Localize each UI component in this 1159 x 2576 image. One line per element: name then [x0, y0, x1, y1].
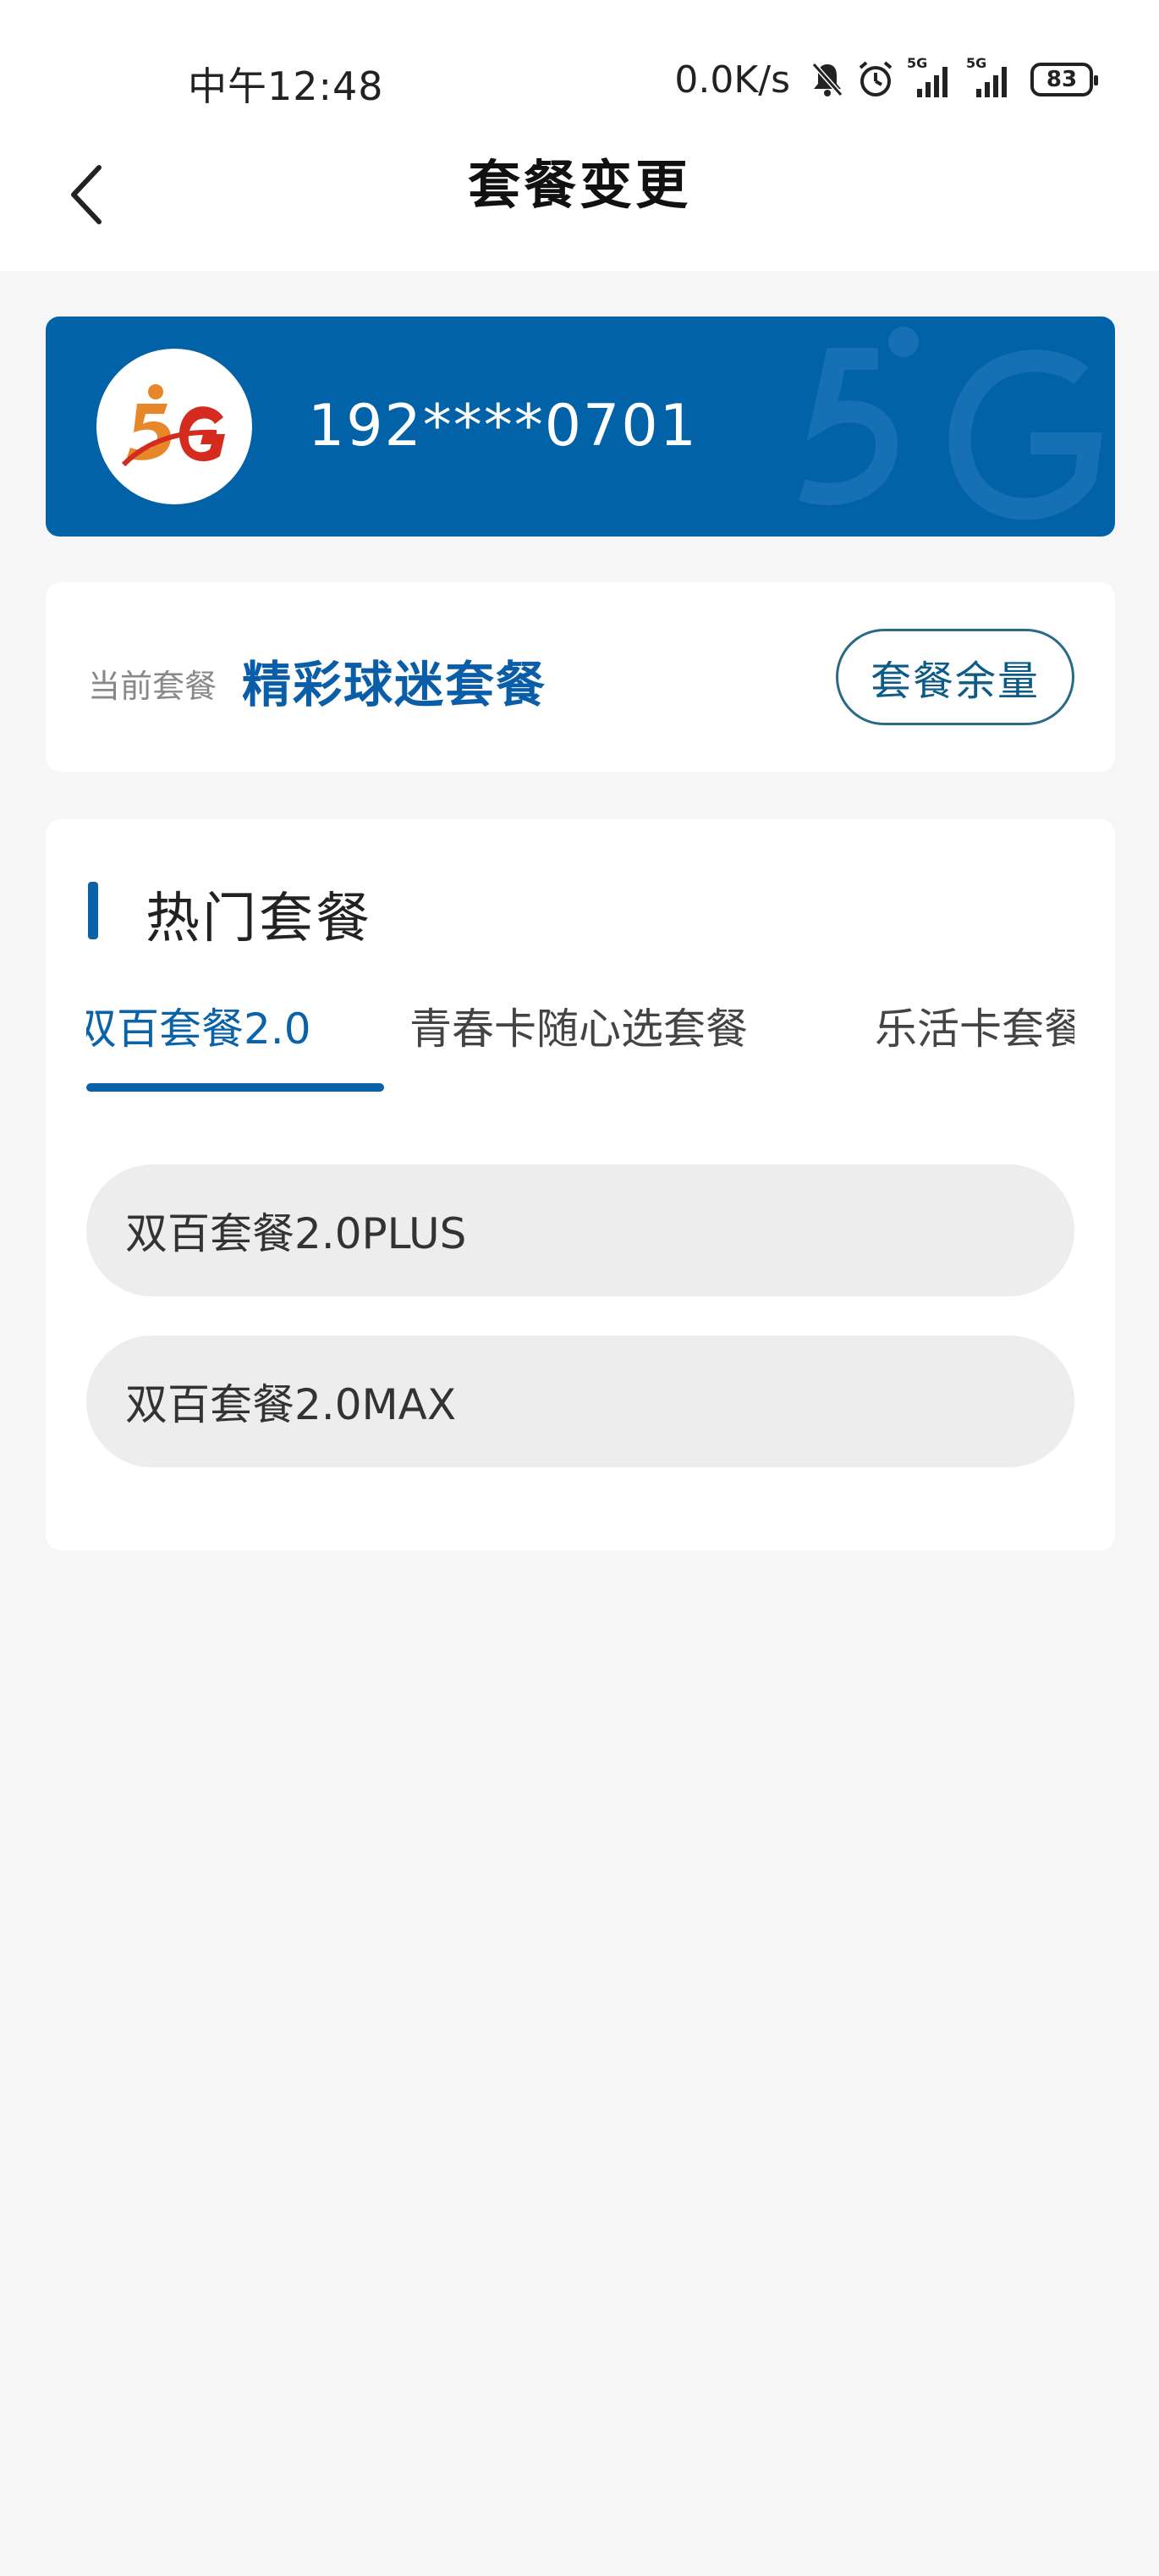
page-title: 套餐变更 — [467, 154, 691, 216]
5g-watermark-icon — [799, 327, 1102, 520]
account-card: 192****0701 — [46, 316, 1115, 537]
status-bar: 中午12:48 0.0K/s 5G 5G 83 — [0, 0, 1159, 144]
signal-5g-icon-2: 5G — [966, 55, 1013, 101]
mute-bell-icon — [810, 61, 844, 98]
net-speed: 0.0K/s — [674, 58, 790, 102]
status-time: 中午12:48 — [188, 63, 384, 109]
alarm-icon — [856, 60, 895, 99]
plan-balance-button[interactable]: 套餐余量 — [836, 629, 1074, 725]
status-icons: 0.0K/s 5G 5G 83 — [674, 54, 1098, 105]
current-plan-card: 当前套餐 精彩球迷套餐 套餐余量 — [46, 582, 1115, 772]
tab-shuangbai[interactable]: 双百套餐2.0 — [86, 995, 311, 1056]
tab-qingchun[interactable]: 青春卡随心选套餐 — [409, 995, 748, 1056]
active-tab-indicator — [86, 1083, 384, 1092]
plan-option-max[interactable]: 双百套餐2.0MAX — [86, 1335, 1074, 1467]
tab-lehuo[interactable]: 乐活卡套餐 — [875, 995, 1074, 1056]
nav-bar: 套餐变更 — [0, 127, 1159, 271]
section-marker — [88, 882, 98, 939]
plan-tabs: 双百套餐2.0 青春卡随心选套餐 乐活卡套餐 — [86, 988, 1074, 1098]
signal-5g-icon: 5G — [907, 55, 954, 101]
phone-number: 192****0701 — [308, 393, 698, 460]
battery-indicator: 83 — [1030, 63, 1098, 96]
brand-logo — [96, 349, 252, 504]
hot-plans-card: 热门套餐 双百套餐2.0 青春卡随心选套餐 乐活卡套餐 双百套餐2.0PLUS … — [46, 819, 1115, 1550]
current-plan-label: 当前套餐 — [88, 668, 217, 705]
current-plan-name: 精彩球迷套餐 — [242, 656, 547, 713]
5g-logo-icon — [121, 384, 225, 467]
section-title: 热门套餐 — [146, 888, 372, 950]
plan-option-plus[interactable]: 双百套餐2.0PLUS — [86, 1164, 1074, 1296]
